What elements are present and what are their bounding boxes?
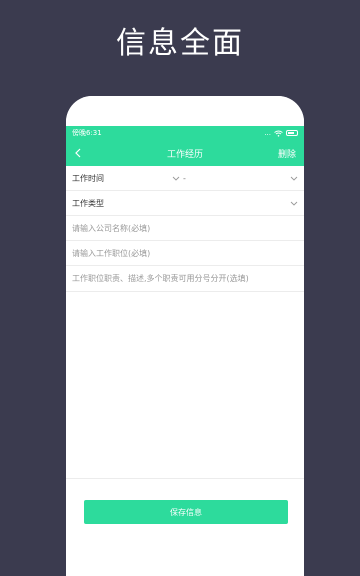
work-time-label: 工作时间 xyxy=(72,173,104,183)
delete-button[interactable]: 删除 xyxy=(278,147,296,160)
page-title: 工作经历 xyxy=(166,149,203,160)
work-time-start-select[interactable]: - xyxy=(172,174,186,183)
chevron-down-icon xyxy=(172,176,180,181)
phone-frame: 傍晚6:31 ... 工作经历 删除 工作时间 - 工作类型 请输入公司名称(必… xyxy=(66,96,304,576)
job-position-field[interactable]: 请输入工作职位(必填) xyxy=(66,241,304,266)
company-name-field[interactable]: 请输入公司名称(必填) xyxy=(66,216,304,241)
work-time-end-select[interactable] xyxy=(290,176,298,181)
back-icon[interactable] xyxy=(74,146,88,160)
work-type-row[interactable]: 工作类型 xyxy=(66,191,304,216)
job-duties-field[interactable]: 工作职位职责、描述,多个职责可用分号分开(选填) xyxy=(66,266,304,292)
chevron-down-icon xyxy=(290,176,298,181)
company-name-placeholder: 请输入公司名称(必填) xyxy=(72,223,151,233)
status-bar: 傍晚6:31 ... xyxy=(66,126,304,140)
work-type-select[interactable] xyxy=(290,201,298,206)
status-time: 傍晚6:31 xyxy=(72,129,102,137)
battery-icon xyxy=(286,130,298,136)
navbar: 工作经历 删除 xyxy=(66,140,304,166)
work-experience-form: 工作时间 - 工作类型 请输入公司名称(必填) 请输入工作职位(必填) 工作职位… xyxy=(66,166,304,292)
job-position-placeholder: 请输入工作职位(必填) xyxy=(72,248,151,258)
work-time-separator: - xyxy=(183,173,186,183)
phone-top xyxy=(66,96,304,126)
work-type-label: 工作类型 xyxy=(72,198,104,208)
status-icons: ... xyxy=(264,129,298,137)
save-button[interactable]: 保存信息 xyxy=(84,500,288,524)
work-time-row[interactable]: 工作时间 - xyxy=(66,166,304,191)
wifi-icon xyxy=(274,130,283,137)
promo-title: 信息全面 xyxy=(116,26,244,61)
signal-dots: ... xyxy=(264,129,271,137)
chevron-down-icon xyxy=(290,201,298,206)
divider xyxy=(66,478,304,479)
job-duties-placeholder: 工作职位职责、描述,多个职责可用分号分开(选填) xyxy=(72,274,249,283)
